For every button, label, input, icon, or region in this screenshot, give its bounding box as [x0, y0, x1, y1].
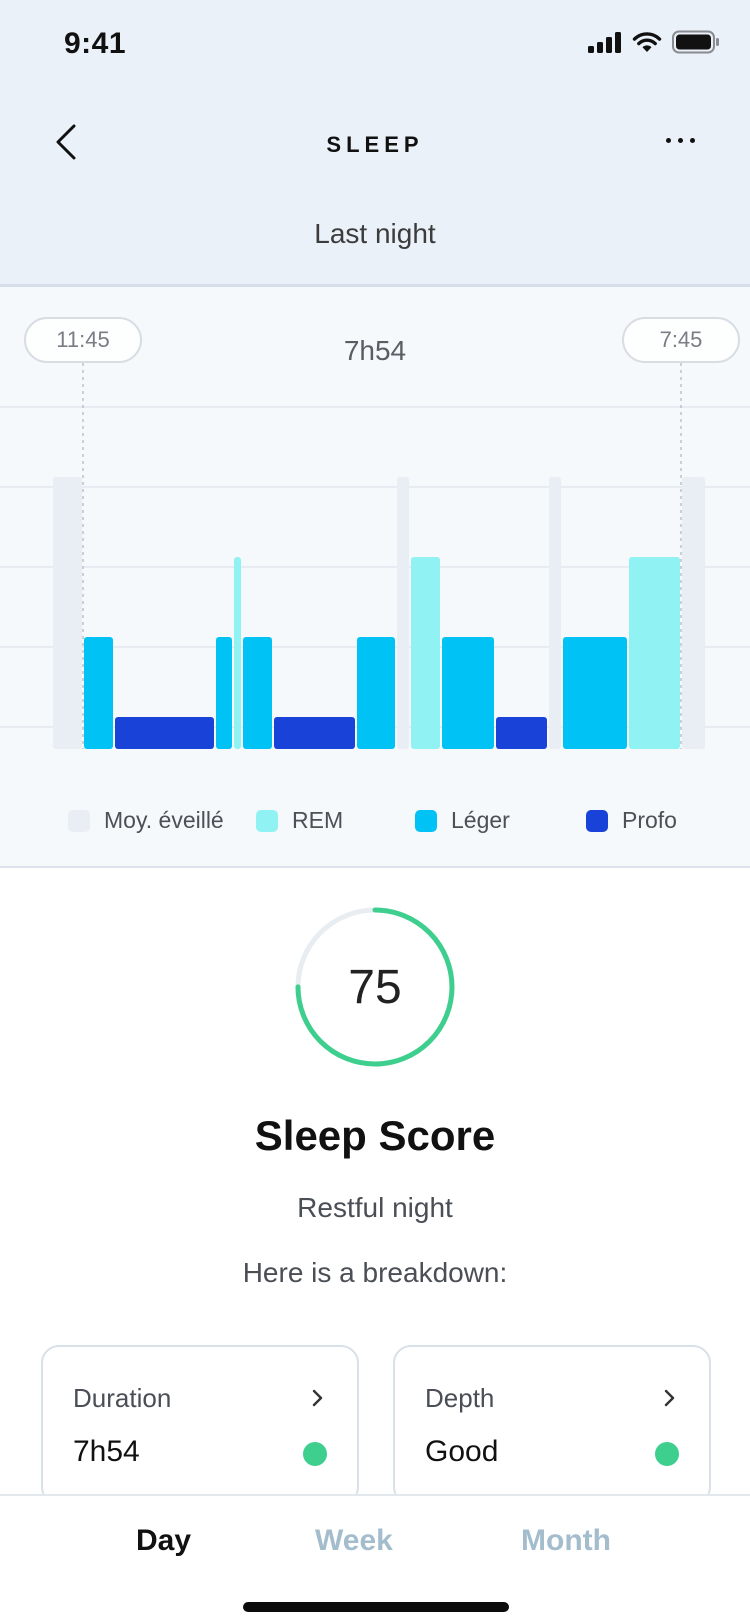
more-dot-icon	[689, 137, 695, 143]
sleep-stage-bar	[274, 717, 355, 749]
sleep-stage-bar	[243, 637, 272, 749]
sleep-stage-bar	[411, 557, 440, 749]
legend-label: Moy. éveillé	[104, 807, 224, 833]
sleep-score-subtitle: Restful night	[297, 1192, 453, 1223]
legend-label: REM	[292, 807, 344, 833]
status-time: 9:41	[64, 27, 127, 60]
sleep-stage-bar	[234, 557, 241, 749]
sleep-stage-bar	[549, 477, 561, 749]
sleep-stage-bar	[53, 477, 82, 749]
duration-card[interactable]: Duration 7h54	[41, 1345, 359, 1505]
legend-label: Profo	[622, 807, 677, 833]
sleep-stage-bar	[682, 477, 705, 749]
legend-swatch	[586, 809, 608, 832]
sleep-stage-bar	[357, 637, 395, 749]
more-dot-icon	[677, 137, 683, 143]
chart-legend: Moy. éveillé REM Léger Profo	[0, 807, 750, 847]
sleep-end-pill: 7:45	[622, 317, 740, 363]
legend-item-awake: Moy. éveillé	[68, 807, 224, 834]
sleep-stage-bar	[563, 637, 627, 749]
status-dot-icon	[303, 1442, 327, 1466]
tab-label: Last night	[314, 218, 436, 249]
depth-card[interactable]: Depth Good	[393, 1345, 711, 1505]
sleep-stage-bar	[442, 637, 494, 749]
sleep-score-value: 75	[348, 960, 402, 1014]
legend-swatch	[68, 809, 90, 832]
sleep-stage-bar	[216, 637, 232, 749]
battery-icon	[672, 30, 719, 54]
sleep-stage-bar	[84, 637, 113, 749]
sleep-stages-chart: 11:45 7h54 7:45 Moy. éveillé REM Léger P…	[0, 287, 750, 867]
cellular-signal-icon	[588, 32, 621, 53]
wifi-icon	[632, 32, 662, 52]
tab-day[interactable]: Day	[136, 1524, 191, 1558]
legend-label: Léger	[451, 807, 510, 833]
more-dot-icon	[665, 137, 671, 143]
legend-item-deep: Profo	[586, 807, 677, 834]
tab-last-night[interactable]: Last night	[270, 200, 480, 288]
legend-swatch	[256, 809, 278, 832]
tab-month[interactable]: Month	[521, 1524, 611, 1558]
chevron-right-icon	[664, 1389, 675, 1407]
legend-item-rem: REM	[256, 807, 343, 834]
sleep-score-title: Sleep Score	[254, 1112, 496, 1159]
more-options-button[interactable]	[650, 120, 710, 160]
sleep-stage-bar	[629, 557, 680, 749]
page-title: SLEEP	[326, 132, 424, 157]
breakdown-label: Here is a breakdown:	[242, 1257, 508, 1288]
home-indicator	[243, 1602, 509, 1612]
legend-swatch	[415, 809, 437, 832]
status-dot-icon	[655, 1442, 679, 1466]
chart-divider	[0, 866, 750, 868]
status-icons	[588, 30, 720, 54]
card-value: 7h54	[73, 1435, 140, 1468]
sleep-stage-bar	[115, 717, 214, 749]
legend-item-light: Léger	[415, 807, 510, 834]
tab-week[interactable]: Week	[315, 1524, 393, 1558]
navigation-bar: SLEEP	[0, 92, 750, 202]
chevron-right-icon	[312, 1389, 323, 1407]
sleep-stage-bar	[496, 717, 547, 749]
header-area: 9:41 SLEEP Last night	[0, 0, 750, 288]
status-bar: 9:41	[0, 0, 750, 92]
card-value: Good	[425, 1435, 499, 1468]
card-title: Duration	[73, 1383, 172, 1413]
sleep-stage-bar	[397, 477, 409, 749]
card-title: Depth	[425, 1383, 495, 1413]
